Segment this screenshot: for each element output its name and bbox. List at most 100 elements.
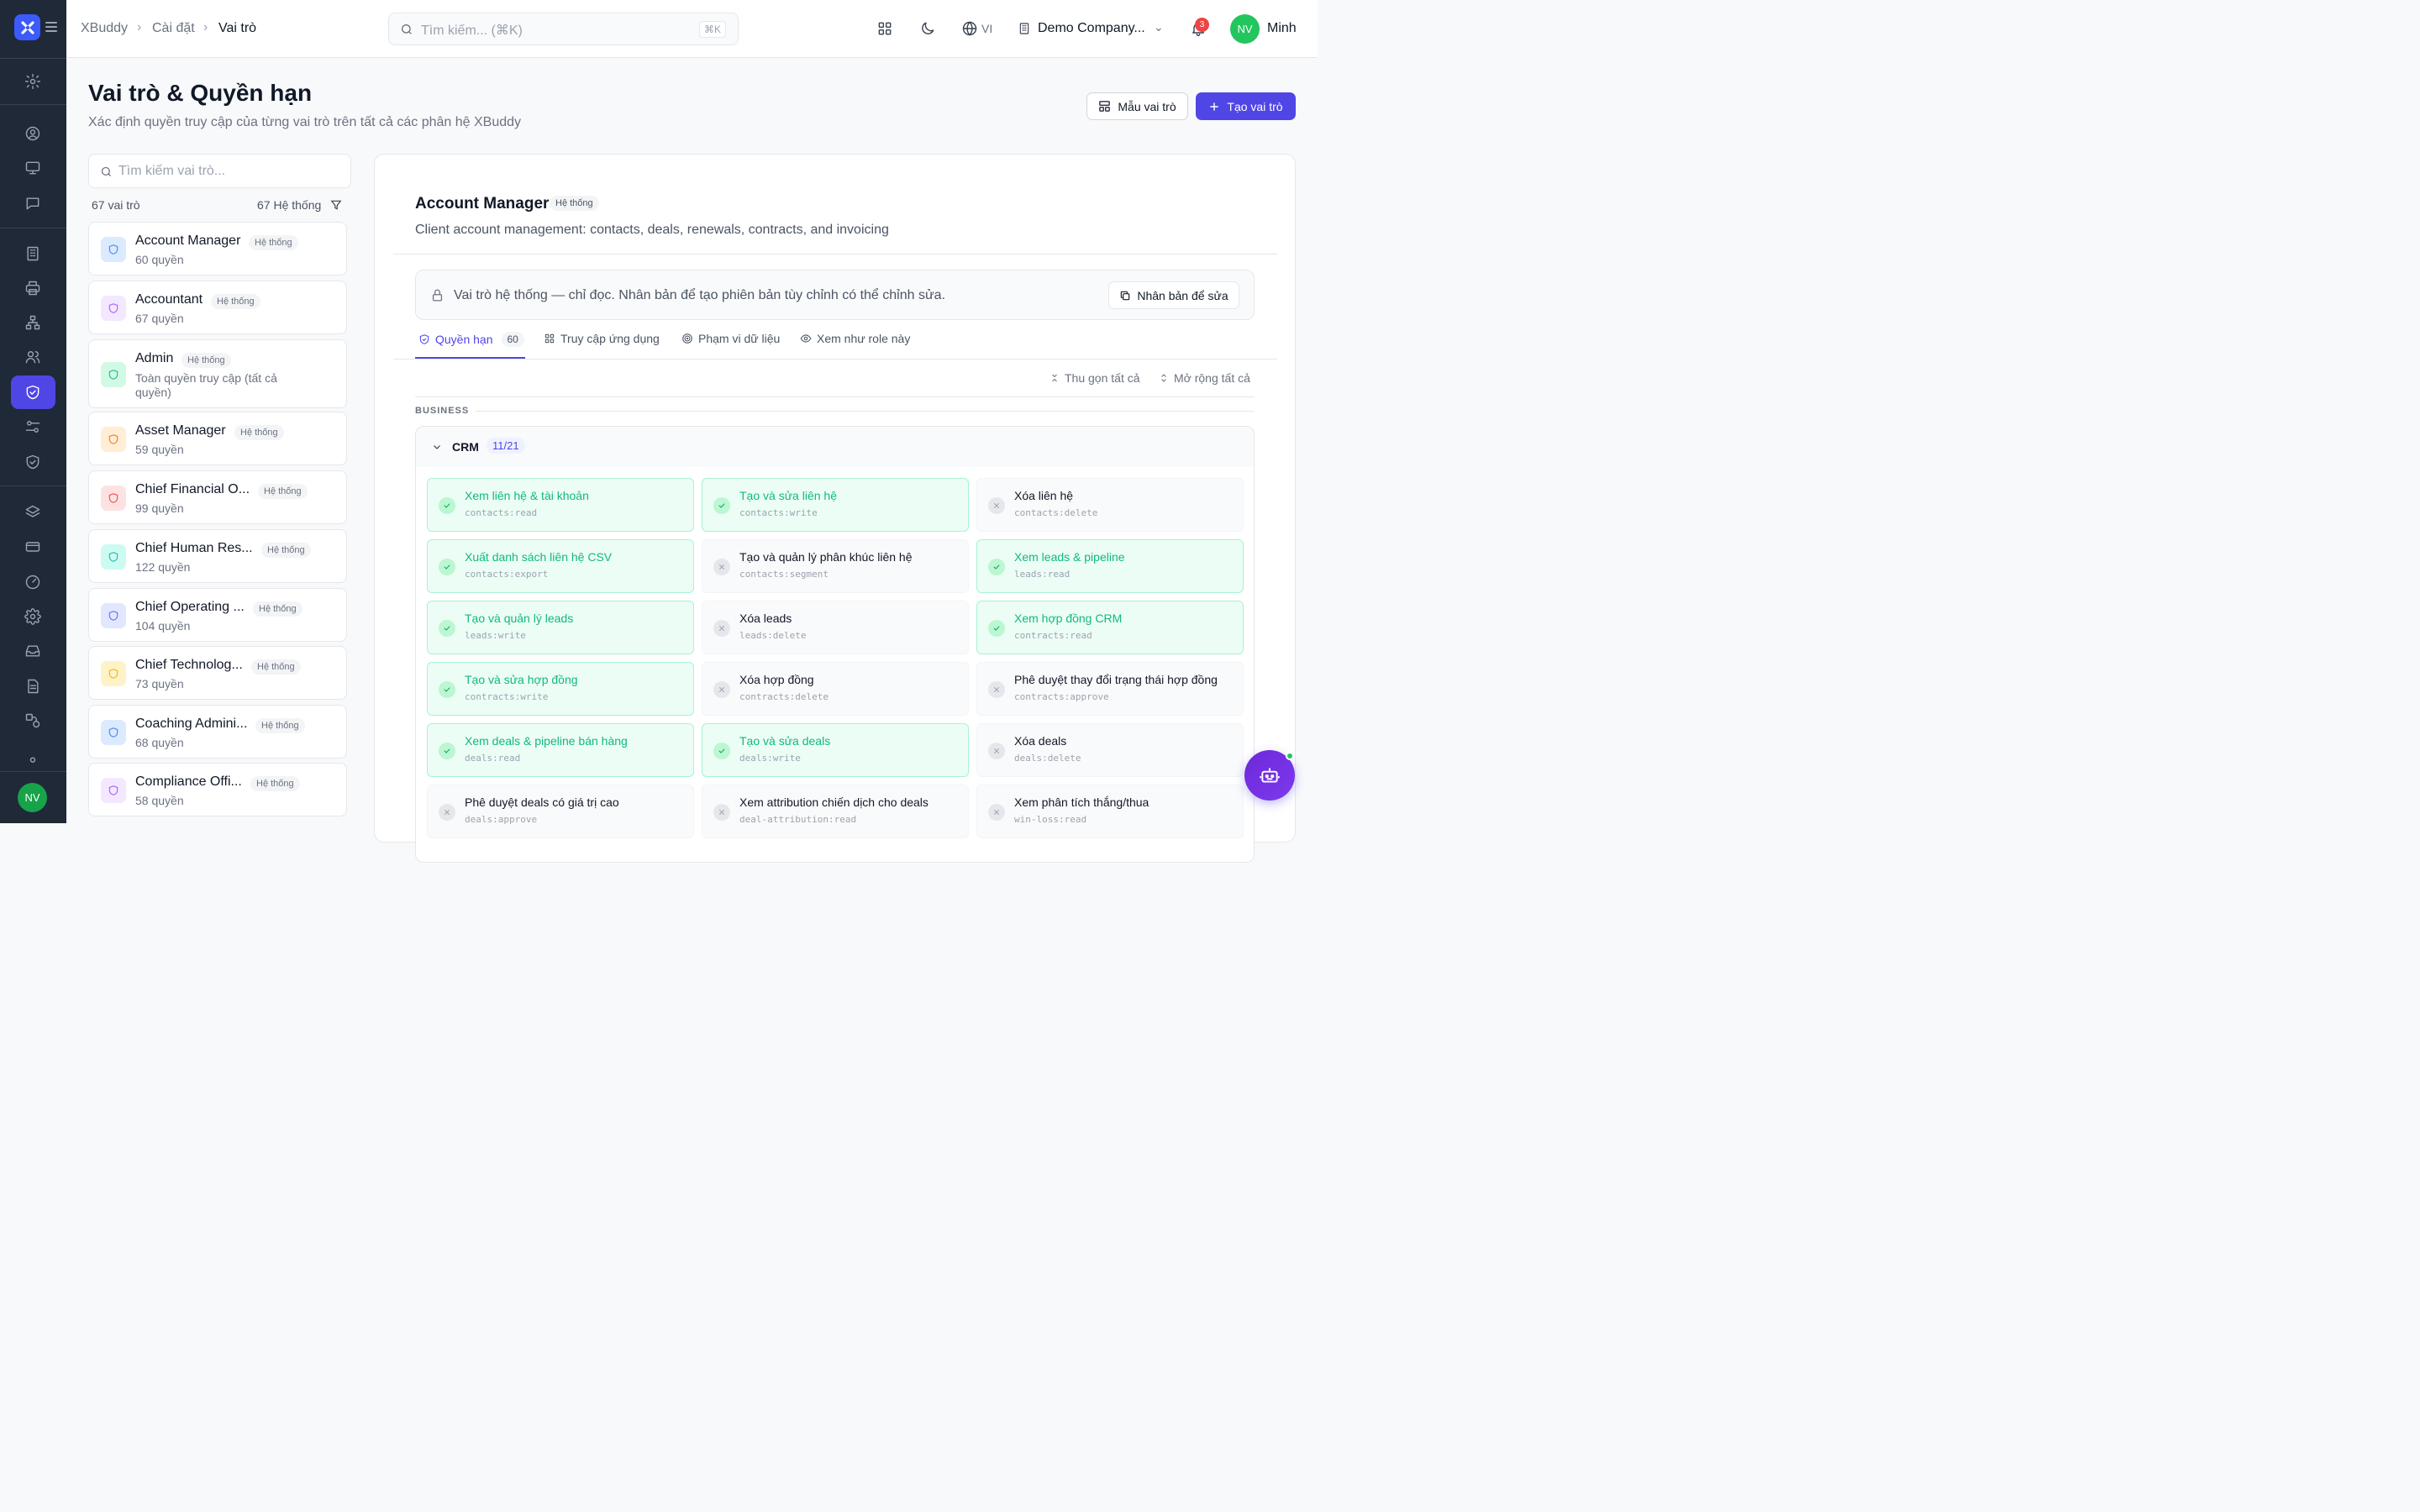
role-list-item[interactable]: Account Manager Hệ thống 60 quyền [88,222,347,276]
users-icon[interactable] [23,347,43,367]
permission-label: Tạo và quản lý leads [465,612,574,625]
group-name: CRM [452,440,479,454]
role-list-item[interactable]: Accountant Hệ thống 67 quyền [88,281,347,334]
tab-data-scope-label: Phạm vi dữ liệu [698,332,781,345]
language-label[interactable]: VI [981,22,992,35]
role-list-item[interactable]: Compliance Offi... Hệ thống 58 quyền [88,763,347,816]
create-role-button[interactable]: Tạo vai trò [1196,92,1296,120]
role-list-item[interactable]: Admin Hệ thống Toàn quyền truy cập (tất cả… [88,339,347,408]
permission-item[interactable]: Xóa hợp đồng contracts:delete [702,662,969,716]
filter-icon[interactable] [330,199,342,211]
search-icon [101,166,111,176]
credit-card-icon[interactable] [23,537,43,557]
chevron-down-icon[interactable]: ⌄ [1154,20,1164,34]
dark-mode-icon[interactable] [919,20,938,39]
shield-icon[interactable] [23,452,43,472]
menu-toggle-icon[interactable] [45,22,57,32]
permission-item[interactable]: Xóa liên hệ contacts:delete [976,478,1244,532]
user-name[interactable]: Minh [1267,21,1297,36]
permission-item[interactable]: Xem hợp đồng CRM contracts:read [976,601,1244,654]
document-icon[interactable] [23,676,43,696]
chevron-down-icon[interactable] [432,442,442,452]
role-shield-icon [101,544,126,570]
permission-item[interactable]: Xóa deals deals:delete [976,723,1244,777]
permission-item[interactable]: Xem liên hệ & tài khoản contacts:read [427,478,694,532]
permission-code: contacts:export [465,569,549,580]
shapes-icon[interactable] [23,711,43,731]
apps-grid-icon[interactable] [876,20,895,39]
permission-item[interactable]: Phê duyệt deals có giá trị cao deals:appr… [427,785,694,838]
permission-item[interactable]: Xem deals & pipeline bán hàng deals:read [427,723,694,777]
role-template-label: Mẫu vai trò [1118,99,1176,113]
role-list-item[interactable]: Chief Human Res... Hệ thống 122 quyền [88,529,347,583]
lock-icon [432,289,443,302]
clone-to-edit-button[interactable]: Nhân bản để sửa [1108,281,1239,309]
sidebar-item-roles[interactable] [11,375,55,409]
permission-item[interactable]: Tạo và quản lý phân khúc liên hệ contacts… [702,539,969,593]
gauge-icon[interactable] [23,572,43,592]
target-icon [682,333,692,344]
role-list-item[interactable]: Coaching Admini... Hệ thống 68 quyền [88,705,347,759]
globe-icon[interactable] [961,20,980,39]
tab-permissions-label: Quyền hạn [435,333,493,346]
role-template-button[interactable]: Mẫu vai trò [1086,92,1188,120]
sliders-icon[interactable] [23,417,43,437]
printer-icon[interactable] [23,278,43,298]
role-shield-icon [101,427,126,452]
pin-icon[interactable] [23,757,43,768]
breadcrumb-settings[interactable]: Cài đặt [152,21,195,36]
collapse-all-button[interactable]: Thu gọn tất cả [1050,371,1140,385]
role-list-item[interactable]: Asset Manager Hệ thống 59 quyền [88,412,347,465]
building-icon[interactable] [23,244,43,264]
role-list-item[interactable]: Chief Financial O... Hệ thống 99 quyền [88,470,347,524]
permission-item[interactable]: Xem leads & pipeline leads:read [976,539,1244,593]
tab-app-access[interactable]: Truy cập ứng dụng [544,332,660,345]
permission-item[interactable]: Tạo và sửa liên hệ contacts:write [702,478,969,532]
permission-item[interactable]: Tạo và quản lý leads leads:write [427,601,694,654]
sidebar-avatar[interactable]: NV [18,783,47,812]
check-icon [988,620,1005,637]
tab-data-scope[interactable]: Phạm vi dữ liệu [681,332,780,345]
permission-item[interactable]: Xuất danh sách liên hệ CSV contacts:expor… [427,539,694,593]
role-shield-icon [101,778,126,803]
tab-view-as-role[interactable]: Xem như role này [800,332,910,345]
role-list-item[interactable]: Chief Technolog... Hệ thống 73 quyền [88,646,347,700]
tab-permissions[interactable]: Quyền hạn 60 [418,332,524,347]
permission-item[interactable]: Tạo và sửa hợp đồng contracts:write [427,662,694,716]
role-search-input[interactable]: Tìm kiếm vai trò... [88,154,351,188]
role-detail-title: Account Manager [415,195,550,213]
expand-all-button[interactable]: Mở rộng tất cả [1159,371,1250,385]
check-icon [988,559,1005,575]
avatar[interactable]: NV [1230,14,1260,44]
role-list-item[interactable]: Chief Operating ... Hệ thống 104 quyền [88,588,347,642]
permission-item[interactable]: Xóa leads leads:delete [702,601,969,654]
permission-label: Xem leads & pipeline [1014,550,1125,564]
breadcrumb-home[interactable]: XBuddy [81,21,128,36]
global-search-input[interactable]: Tìm kiếm... (⌘K) ⌘K [388,13,739,45]
company-switcher[interactable]: Demo Company... [1038,21,1145,36]
xbuddy-logo-icon[interactable] [14,14,40,40]
permission-code: deals:delete [1014,753,1081,764]
page-title: Vai trò & Quyền hạn [88,80,313,106]
role-permission-count: 59 quyền [135,443,184,456]
org-chart-icon[interactable] [23,312,43,333]
group-header[interactable]: CRM 11/21 [416,427,1254,467]
user-circle-icon[interactable] [23,123,43,144]
permission-item[interactable]: Xem attribution chiến dịch cho deals deal… [702,785,969,838]
monitor-icon[interactable] [23,158,43,178]
chat-icon[interactable] [23,193,43,213]
role-count: 67 vai trò [92,198,140,212]
system-filter-label[interactable]: 67 Hệ thống [257,198,321,212]
gear-icon[interactable] [23,606,43,627]
permission-item[interactable]: Tạo và sửa deals deals:write [702,723,969,777]
inbox-icon[interactable] [23,641,43,661]
role-name: Coaching Admini... [135,717,248,731]
role-permission-count: Toàn quyền truy cập (tất cả quyền) [135,371,277,399]
settings-icon[interactable] [23,71,43,92]
system-tag: Hệ thống [249,235,298,250]
permission-item[interactable]: Phê duyệt thay đổi trạng thái hợp đồng co… [976,662,1244,716]
role-permission-count: 58 quyền [135,794,184,807]
layers-icon[interactable] [23,502,43,522]
plus-icon [1210,102,1219,111]
permission-item[interactable]: Xem phân tích thắng/thua win-loss:read [976,785,1244,838]
